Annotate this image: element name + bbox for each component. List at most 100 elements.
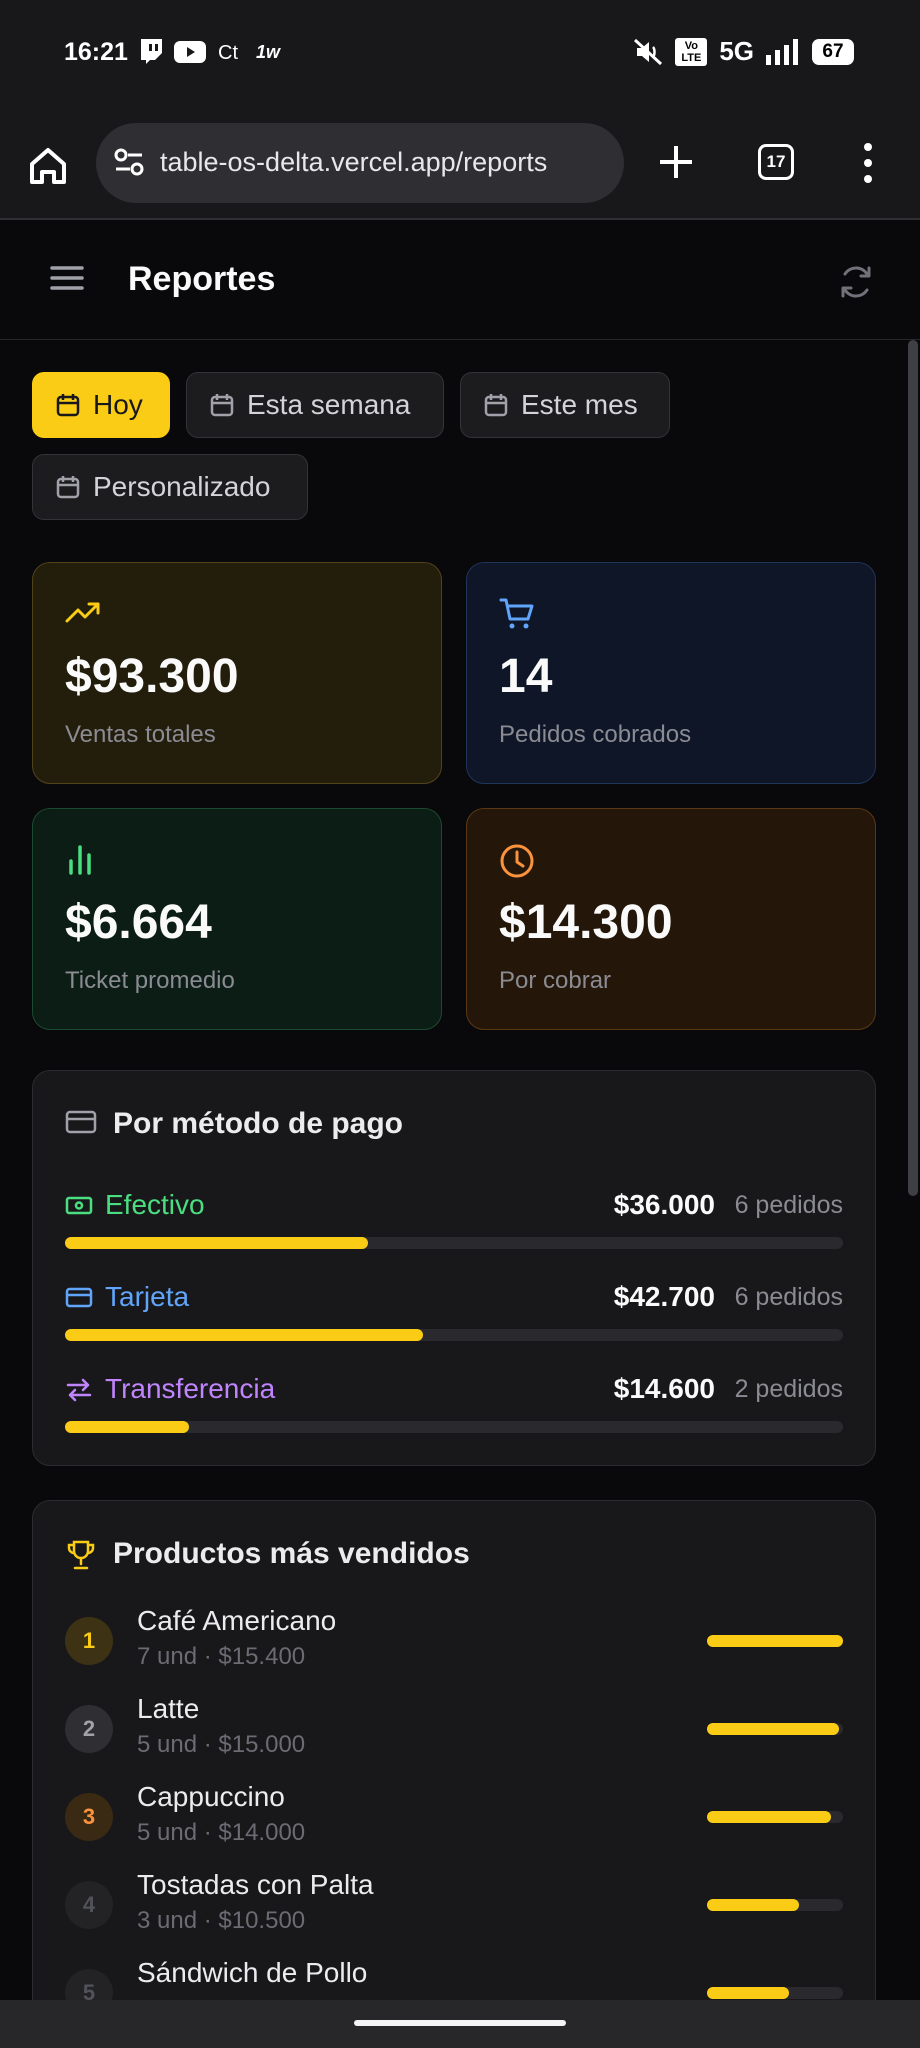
system-nav-bar	[0, 2000, 920, 2048]
product-bar-track	[707, 1899, 843, 1911]
site-settings-icon[interactable]	[112, 145, 146, 179]
payment-amount: $42.700	[613, 1281, 715, 1312]
product-row: 3 Cappuccino 5 und · $14.000	[65, 1781, 843, 1855]
ticket-label: Ticket promedio	[65, 967, 235, 994]
product-bar-fill	[707, 1635, 843, 1647]
mute-icon	[634, 38, 663, 65]
product-bar-track	[707, 1987, 843, 1999]
svg-text:1w: 1w	[256, 42, 281, 62]
reports-content: Hoy Esta semana Este mes Personalizado $…	[0, 340, 920, 2000]
product-name: Café Americano	[137, 1605, 337, 1636]
pending-label: Por cobrar	[499, 967, 612, 994]
filter-custom-chip[interactable]: Personalizado	[32, 454, 308, 520]
payment-count: 2 pedidos	[734, 1375, 843, 1403]
scrollbar[interactable]	[908, 340, 918, 1196]
volte-badge: Vo LTE	[675, 37, 708, 66]
payment-row-transfer: Transferencia $14.600 2 pedidos	[65, 1373, 843, 1433]
filter-month-chip[interactable]: Este mes	[460, 372, 670, 438]
product-meta: 3 und · $10.500	[137, 1907, 306, 1934]
product-bar-fill	[707, 1811, 831, 1823]
address-bar[interactable]: table-os-delta.vercel.app/reports	[96, 123, 624, 203]
svg-text:Ct: Ct	[218, 42, 238, 64]
product-meta: 5 und · $15.000	[137, 1731, 306, 1758]
product-row: 5 Sándwich de Pollo	[65, 1957, 843, 2000]
filter-today-chip[interactable]: Hoy	[32, 372, 170, 438]
network-type: 5G	[719, 36, 754, 66]
url-text: table-os-delta.vercel.app/reports	[160, 147, 548, 177]
calendar-icon	[56, 394, 80, 417]
credit-card-icon	[65, 1110, 97, 1134]
orders-label: Pedidos cobrados	[499, 721, 692, 748]
rank-badge: 1	[65, 1617, 113, 1665]
ticket-value: $6.664	[65, 896, 212, 949]
menu-icon[interactable]	[50, 263, 84, 293]
stat-card-ticket: $6.664 Ticket promedio	[32, 808, 442, 1030]
status-bar: 16:21 Ct 1w Vo LTE 5G 67	[0, 0, 920, 108]
product-meta: 7 und · $15.400	[137, 1643, 306, 1670]
stat-card-sales: $93.300 Ventas totales	[32, 562, 442, 784]
status-time: 16:21	[64, 38, 128, 66]
rank-badge: 5	[65, 1969, 113, 2000]
payment-count: 6 pedidos	[734, 1283, 843, 1311]
stat-card-orders: 14 Pedidos cobrados	[466, 562, 876, 784]
sales-value: $93.300	[65, 650, 239, 703]
filter-label: Personalizado	[93, 471, 271, 502]
new-tab-icon[interactable]	[654, 140, 698, 184]
product-bar-track	[707, 1635, 843, 1647]
home-gesture-handle[interactable]	[354, 2020, 566, 2026]
status-right: Vo LTE 5G 67	[633, 36, 854, 67]
tab-switcher-button[interactable]: 17	[758, 144, 794, 180]
more-menu-icon[interactable]	[858, 140, 878, 186]
product-name: Tostadas con Palta	[137, 1869, 374, 1900]
top-products-panel: Productos más vendidos 1 Café Americano …	[32, 1500, 876, 2000]
1w-icon: 1w	[256, 42, 281, 62]
filter-week-chip[interactable]: Esta semana	[186, 372, 444, 438]
payment-methods-panel: Por método de pago Efectivo $36.000 6 pe…	[32, 1070, 876, 1466]
payment-bar-fill	[65, 1329, 423, 1341]
product-row: 1 Café Americano 7 und · $15.400	[65, 1605, 843, 1679]
sales-label: Ventas totales	[65, 721, 216, 748]
trending-up-icon	[65, 602, 100, 623]
orders-value: 14	[499, 650, 553, 703]
clock-icon	[500, 844, 534, 878]
battery-indicator: 67	[812, 38, 854, 65]
payment-amount: $36.000	[613, 1189, 715, 1220]
home-icon[interactable]	[24, 142, 72, 190]
payment-name: Transferencia	[105, 1373, 276, 1404]
filter-label: Este mes	[521, 389, 638, 420]
rank-badge: 3	[65, 1793, 113, 1841]
rank-badge: 4	[65, 1881, 113, 1929]
youtube-icon	[174, 41, 206, 63]
signal-icon	[766, 38, 798, 65]
payment-bar-track	[65, 1329, 843, 1341]
product-bar-track	[707, 1723, 843, 1735]
trophy-icon	[67, 1540, 95, 1570]
calendar-icon	[484, 394, 508, 417]
twitch-icon	[141, 39, 162, 64]
product-row: 4 Tostadas con Palta 3 und · $10.500	[65, 1869, 843, 1943]
stat-card-pending: $14.300 Por cobrar	[466, 808, 876, 1030]
top-products-title: Productos más vendidos	[113, 1537, 470, 1570]
calendar-icon	[56, 476, 80, 499]
product-bar-fill	[707, 1899, 800, 1911]
payment-bar-fill	[65, 1421, 190, 1433]
product-name: Latte	[137, 1693, 200, 1724]
card-icon	[65, 1287, 93, 1308]
calendar-icon	[210, 394, 234, 417]
bar-chart-icon	[69, 845, 91, 875]
product-row: 2 Latte 5 und · $15.000	[65, 1693, 843, 1767]
product-name: Cappuccino	[137, 1781, 285, 1812]
product-name: Sándwich de Pollo	[137, 1957, 368, 1988]
product-bar-fill	[707, 1723, 839, 1735]
payment-name: Efectivo	[105, 1189, 205, 1220]
rank-badge: 2	[65, 1705, 113, 1753]
product-bar-track	[707, 1811, 843, 1823]
filter-label: Esta semana	[247, 389, 411, 420]
cash-icon	[65, 1196, 93, 1215]
status-app-icons: Ct 1w	[138, 38, 288, 66]
app-header: Reportes	[0, 220, 920, 340]
filter-label: Hoy	[93, 389, 143, 420]
payment-bar-fill	[65, 1237, 369, 1249]
refresh-icon[interactable]	[836, 262, 876, 302]
payment-count: 6 pedidos	[734, 1191, 843, 1219]
